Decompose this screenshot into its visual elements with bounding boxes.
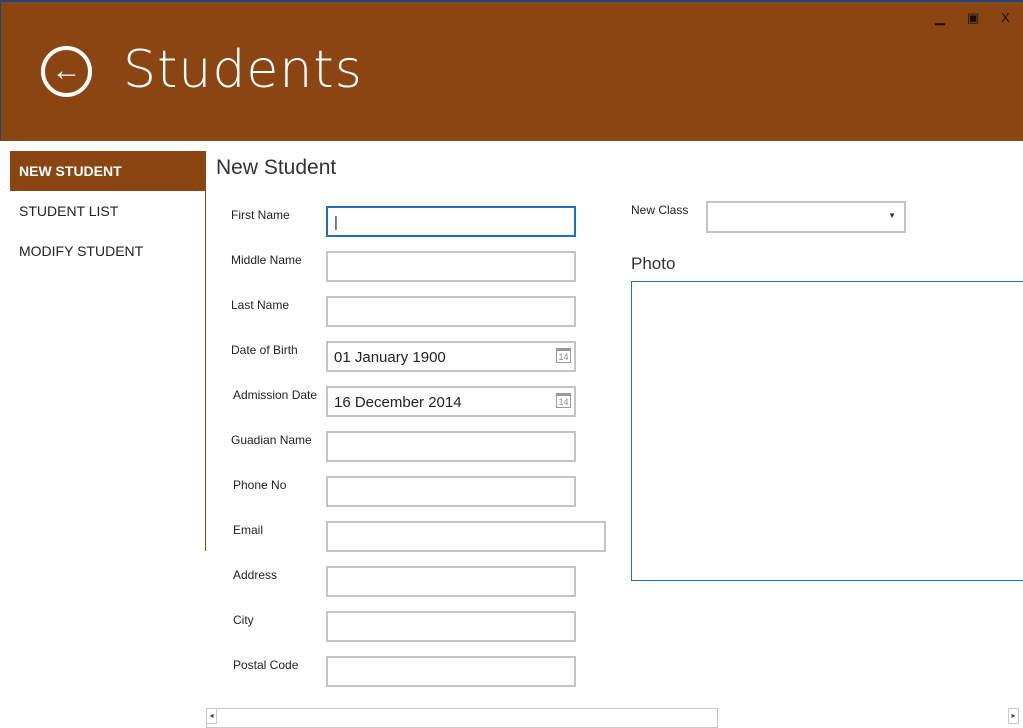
field-label: Last Name (231, 298, 290, 312)
field-label: Address (233, 568, 278, 582)
email-input[interactable] (326, 521, 606, 552)
phone-no-input[interactable] (326, 476, 576, 507)
field-label: City (233, 613, 254, 627)
arrow-left-icon: ← (51, 54, 82, 87)
field-value: | (334, 214, 338, 231)
first-name-input[interactable]: | (326, 206, 576, 237)
field-value: 01 January 1900 (334, 349, 446, 366)
address-input[interactable] (326, 566, 576, 597)
chevron-down-icon: ▼ (888, 211, 896, 220)
postal-code-input[interactable] (326, 656, 576, 687)
field-label: Date of Birth (231, 343, 298, 357)
field-label: First Name (231, 208, 290, 222)
new-class-label: New Class (631, 203, 689, 217)
field-value: 16 December 2014 (334, 394, 462, 411)
photo-label: Photo (631, 254, 676, 273)
field-label: Phone No (233, 478, 287, 492)
calendar-icon[interactable]: 14 (556, 348, 571, 363)
field-label: Postal Code (233, 658, 299, 672)
calendar-icon[interactable]: 14 (556, 393, 571, 408)
horizontal-scrollbar[interactable] (206, 708, 718, 728)
field-label: Admission Date (233, 388, 318, 402)
field-label: Guadian Name (231, 433, 312, 447)
guadian-name-input[interactable] (326, 431, 576, 462)
new-class-dropdown[interactable]: ▼ (706, 201, 906, 233)
sidebar-item-new-student[interactable]: NEW STUDENT (10, 151, 205, 191)
middle-name-input[interactable] (326, 251, 576, 282)
field-label: Middle Name (231, 253, 302, 267)
form-title: New Student (216, 156, 337, 179)
admission-date-input[interactable]: 16 December 2014 14 (326, 386, 576, 417)
last-name-input[interactable] (326, 296, 576, 327)
sidebar-item-modify-student[interactable]: MODIFY STUDENT (10, 231, 205, 271)
sidebar-item-student-list[interactable]: STUDENT LIST (10, 191, 205, 231)
back-button[interactable]: ← (41, 46, 92, 97)
photo-box[interactable] (631, 281, 1023, 581)
date-of-birth-input[interactable]: 01 January 1900 14 (326, 341, 576, 372)
page-title: Students (123, 40, 363, 100)
field-label: Email (233, 523, 264, 537)
app-header: ← Students ▁ ▣ X (0, 0, 1023, 141)
minimize-button[interactable]: ▁ (935, 10, 945, 26)
sidebar: NEW STUDENT STUDENT LIST MODIFY STUDENT (10, 151, 206, 551)
city-input[interactable] (326, 611, 576, 642)
close-button[interactable]: X (1001, 10, 1010, 25)
maximize-button[interactable]: ▣ (967, 10, 979, 26)
